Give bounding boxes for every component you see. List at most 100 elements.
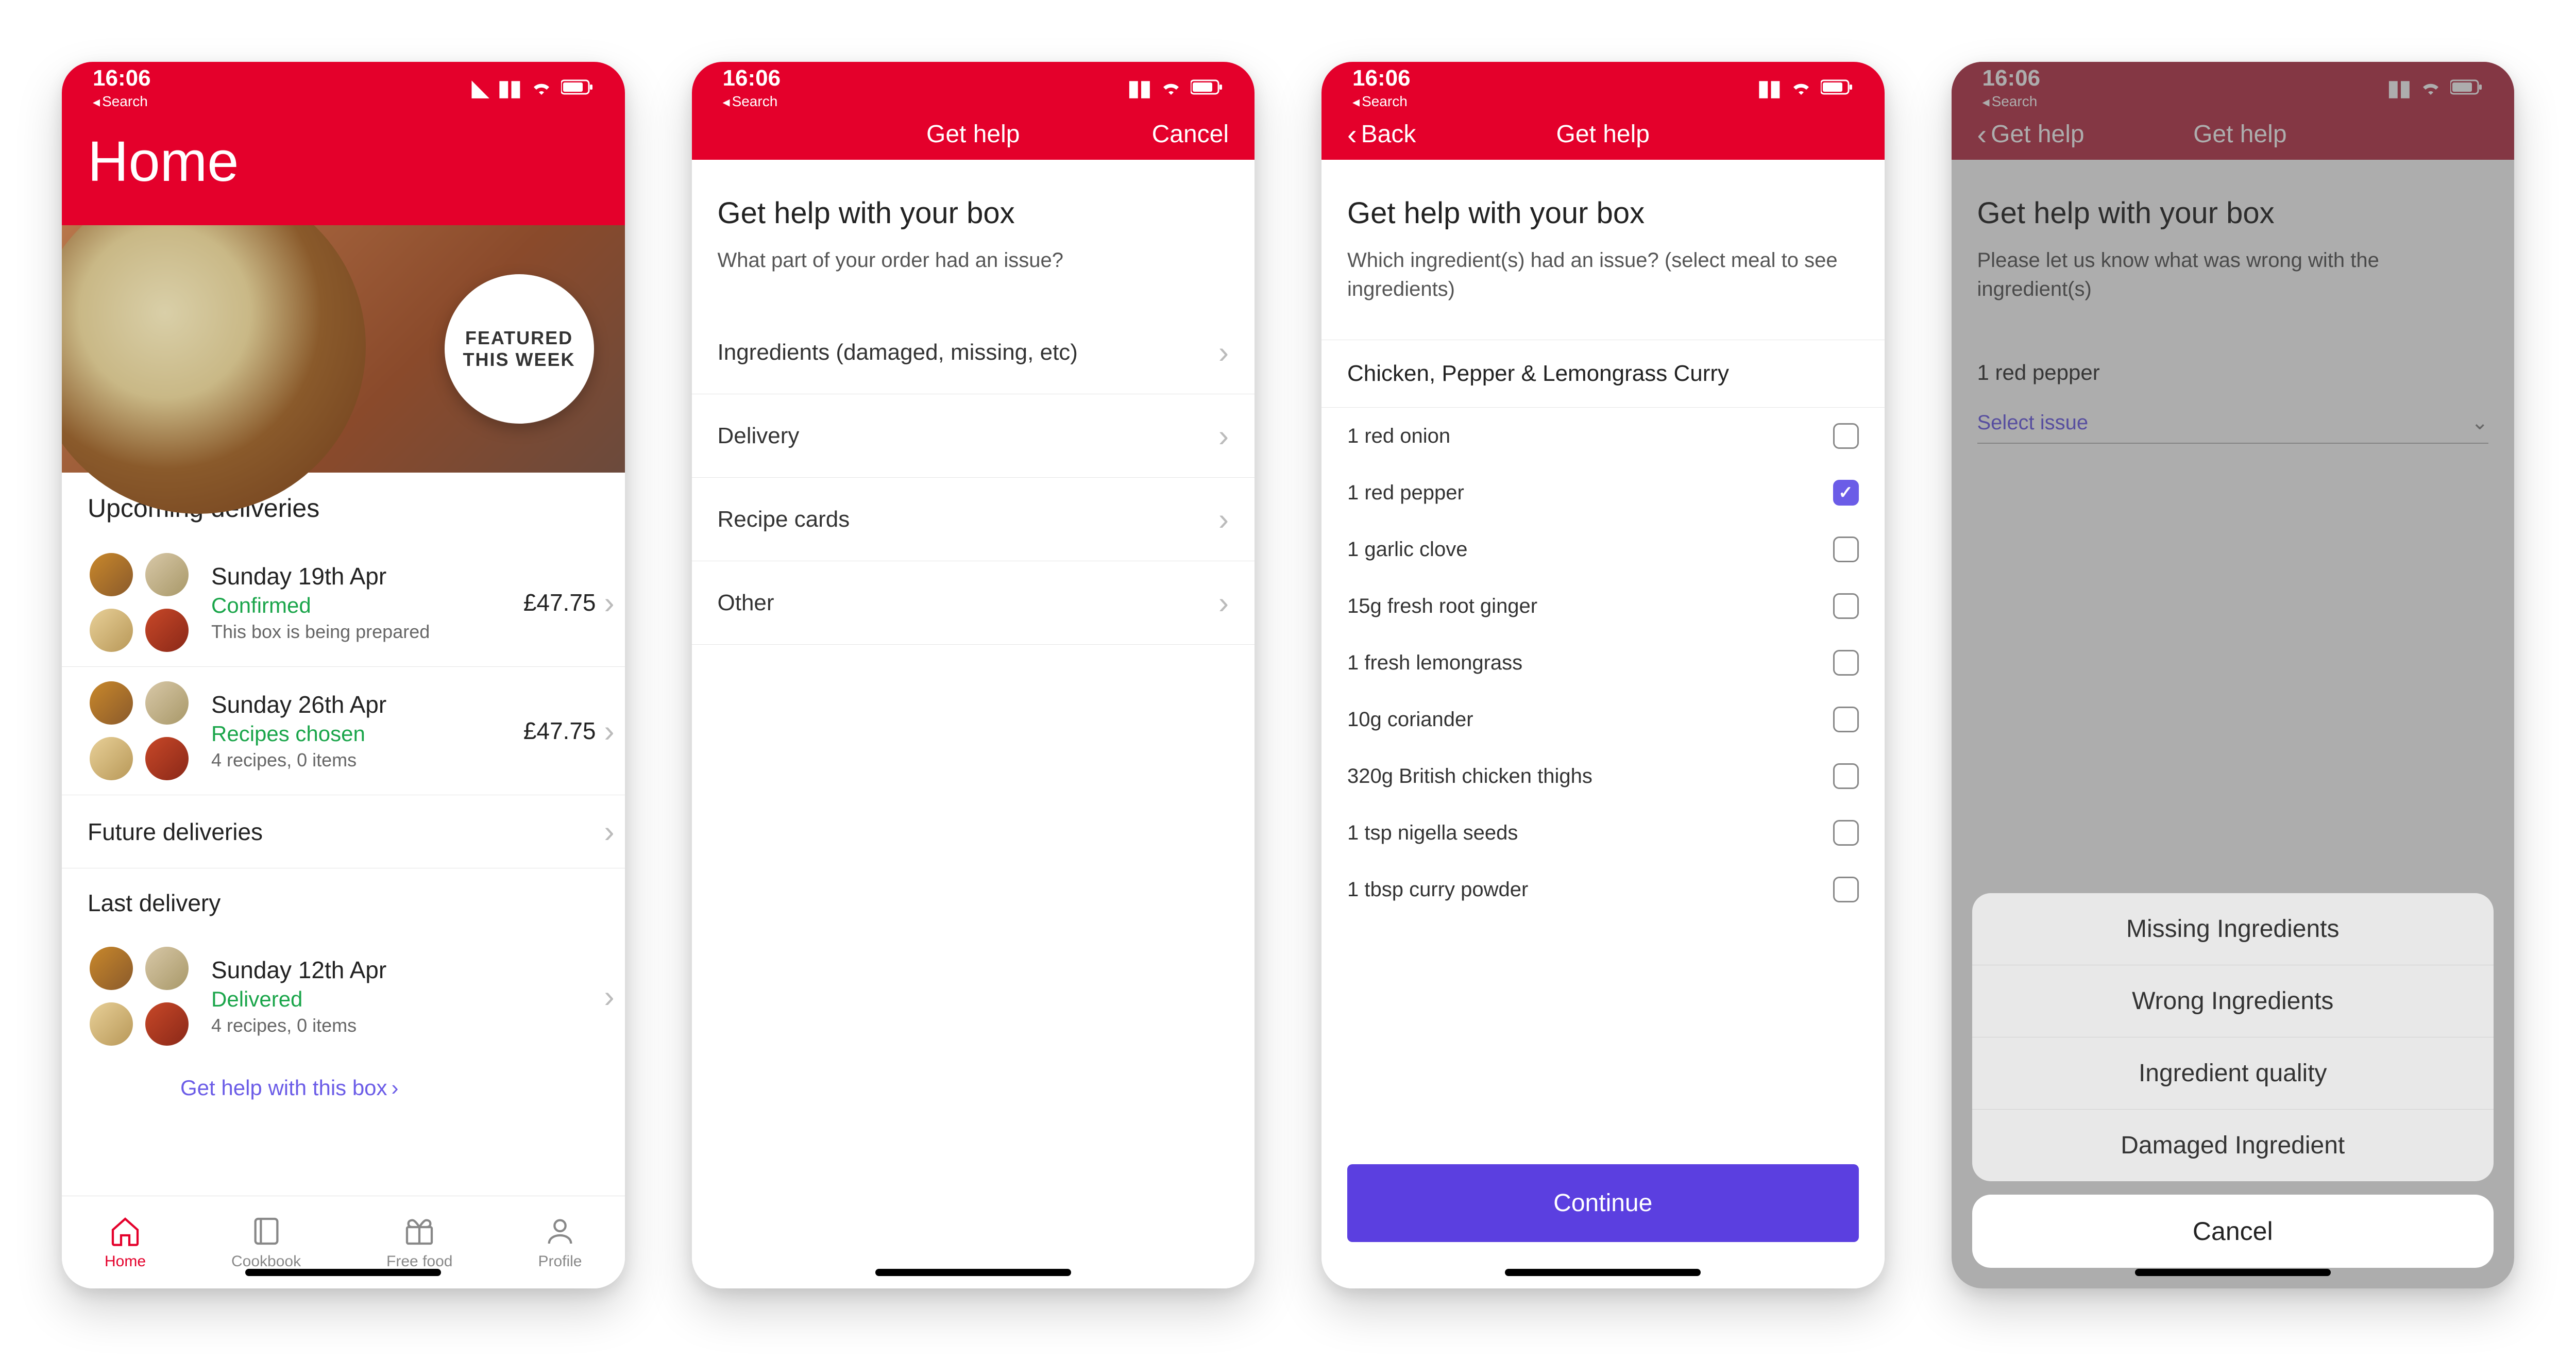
- nav-title: Get help: [810, 120, 1137, 148]
- tab-label: Home: [105, 1253, 146, 1270]
- delivery-sub: 4 recipes, 0 items: [211, 749, 523, 771]
- ingredients-list: 1 red onion1 red pepper1 garlic clove 15g…: [1321, 408, 1885, 918]
- status-back-search[interactable]: ◂ Search: [93, 93, 148, 110]
- sheet-cancel-button[interactable]: Cancel: [1972, 1195, 2494, 1268]
- status-time: 16:06: [723, 65, 781, 91]
- sheet-option-damaged[interactable]: Damaged Ingredient: [1972, 1110, 2494, 1181]
- ingredient-checkbox[interactable]: [1833, 877, 1859, 902]
- page-title: Home: [62, 108, 625, 225]
- wifi-icon: [531, 75, 552, 100]
- option-ingredients[interactable]: Ingredients (damaged, missing, etc)›: [692, 311, 1255, 394]
- battery-icon: [561, 75, 594, 100]
- meal-header[interactable]: Chicken, Pepper & Lemongrass Curry: [1321, 340, 1885, 408]
- content: FEATURED THIS WEEK Upcoming deliveries S…: [62, 225, 625, 1196]
- home-indicator[interactable]: [875, 1269, 1071, 1276]
- action-sheet: Missing Ingredients Wrong Ingredients In…: [1972, 893, 2494, 1268]
- tab-label: Profile: [538, 1253, 582, 1270]
- ingredient-checkbox[interactable]: [1833, 537, 1859, 562]
- action-sheet-options: Missing Ingredients Wrong Ingredients In…: [1972, 893, 2494, 1181]
- screen-help-categories: 16:06 ◂ Search ▮▮ Get help Cancel Get he…: [692, 62, 1255, 1288]
- ingredient-label: 320g British chicken thighs: [1347, 765, 1592, 788]
- ingredient-row[interactable]: 10g coriander: [1321, 691, 1885, 748]
- status-back-search[interactable]: ◂ Search: [1352, 93, 1408, 110]
- tab-free-food[interactable]: Free food: [386, 1215, 452, 1270]
- ingredient-row[interactable]: 1 fresh lemongrass: [1321, 634, 1885, 691]
- ingredient-checkbox[interactable]: [1833, 480, 1859, 506]
- ingredient-row[interactable]: 1 tbsp curry powder: [1321, 861, 1885, 918]
- status-back-search[interactable]: ◂ Search: [723, 93, 778, 110]
- ingredient-checkbox[interactable]: [1833, 707, 1859, 732]
- ingredient-checkbox[interactable]: [1833, 820, 1859, 846]
- delivery-row[interactable]: Sunday 19th Apr Confirmed This box is be…: [62, 539, 625, 667]
- delivery-date: Sunday 26th Apr: [211, 691, 523, 718]
- future-label: Future deliveries: [88, 818, 604, 846]
- ingredient-row[interactable]: 1 red pepper: [1321, 464, 1885, 521]
- status-bar: 16:06 ◂ Search ▮▮: [1321, 62, 1885, 108]
- option-delivery[interactable]: Delivery›: [692, 394, 1255, 478]
- tab-home[interactable]: Home: [105, 1215, 146, 1270]
- screen-help-ingredients: 16:06 ◂ Search ▮▮ ‹Back Get help Get hel…: [1321, 62, 1885, 1288]
- ingredient-checkbox[interactable]: [1833, 593, 1859, 619]
- chevron-right-icon: ›: [392, 1076, 399, 1100]
- ingredient-checkbox[interactable]: [1833, 763, 1859, 789]
- sheet-option-wrong[interactable]: Wrong Ingredients: [1972, 965, 2494, 1037]
- location-icon: ◣: [472, 75, 488, 100]
- status-icons: ▮▮: [1757, 75, 1853, 100]
- sheet-option-missing[interactable]: Missing Ingredients: [1972, 893, 2494, 965]
- option-other[interactable]: Other›: [692, 561, 1255, 645]
- chevron-right-icon: ›: [604, 713, 615, 749]
- page-subtitle: What part of your order had an issue?: [692, 246, 1255, 311]
- delivery-sub: 4 recipes, 0 items: [211, 1015, 604, 1036]
- screen-home: 16:06 ◂ Search ◣ ▮▮ Home FEATURED: [62, 62, 625, 1288]
- home-indicator[interactable]: [1505, 1269, 1701, 1276]
- delivery-sub: This box is being prepared: [211, 621, 523, 643]
- delivery-row[interactable]: Sunday 12th Apr Delivered 4 recipes, 0 i…: [62, 932, 625, 1060]
- delivery-row[interactable]: Sunday 26th Apr Recipes chosen 4 recipes…: [62, 667, 625, 795]
- sheet-option-quality[interactable]: Ingredient quality: [1972, 1037, 2494, 1110]
- delivery-status: Recipes chosen: [211, 722, 523, 746]
- page-title: Get help with your box: [692, 160, 1255, 246]
- option-recipe-cards[interactable]: Recipe cards›: [692, 478, 1255, 561]
- delivery-status: Delivered: [211, 987, 604, 1012]
- content: Get help with your box What part of your…: [692, 160, 1255, 1288]
- cookbook-icon: [250, 1215, 283, 1248]
- battery-icon: [1821, 75, 1854, 100]
- delivery-date: Sunday 19th Apr: [211, 562, 523, 590]
- delivery-price: £47.75: [523, 717, 596, 745]
- ingredient-row[interactable]: 1 garlic clove: [1321, 521, 1885, 578]
- nav-bar: Get help Cancel: [692, 108, 1255, 160]
- wifi-icon: [1161, 75, 1181, 100]
- future-deliveries-row[interactable]: Future deliveries ›: [62, 795, 625, 868]
- continue-button[interactable]: Continue: [1347, 1164, 1859, 1242]
- delivery-price: £47.75: [523, 589, 596, 616]
- screen-help-issue-select: 16:06 ◂ Search ▮▮ ‹Get help Get help Get…: [1952, 62, 2515, 1288]
- ingredient-row[interactable]: 1 red onion: [1321, 408, 1885, 464]
- status-time: 16:06: [1352, 65, 1411, 91]
- status-bar: 16:06 ◂ Search ▮▮: [692, 62, 1255, 108]
- get-help-link[interactable]: Get help with this box›: [62, 1060, 625, 1116]
- page-title: Get help with your box: [1321, 160, 1885, 246]
- hero[interactable]: FEATURED THIS WEEK: [62, 225, 625, 473]
- wifi-icon: [1791, 75, 1811, 100]
- battery-icon: [1191, 75, 1224, 100]
- ingredient-row[interactable]: 320g British chicken thighs: [1321, 748, 1885, 804]
- back-button[interactable]: ‹Back: [1347, 118, 1440, 151]
- status-icons: ◣ ▮▮: [472, 75, 594, 100]
- ingredient-checkbox[interactable]: [1833, 423, 1859, 449]
- signal-icon: ▮▮: [1757, 75, 1781, 100]
- cancel-button[interactable]: Cancel: [1136, 120, 1229, 148]
- ingredient-label: 1 fresh lemongrass: [1347, 651, 1522, 675]
- status-icons: ▮▮: [1128, 75, 1224, 100]
- ingredient-row[interactable]: 1 tsp nigella seeds: [1321, 804, 1885, 861]
- home-indicator[interactable]: [2135, 1269, 2331, 1276]
- recipe-thumbnails: [88, 551, 191, 654]
- chevron-right-icon: ›: [604, 979, 615, 1014]
- ingredient-row[interactable]: 15g fresh root ginger: [1321, 578, 1885, 634]
- ingredient-label: 15g fresh root ginger: [1347, 595, 1537, 618]
- ingredient-checkbox[interactable]: [1833, 650, 1859, 676]
- tab-cookbook[interactable]: Cookbook: [231, 1215, 301, 1270]
- chevron-right-icon: ›: [1218, 501, 1229, 537]
- home-indicator[interactable]: [245, 1269, 441, 1276]
- last-delivery-heading: Last delivery: [62, 868, 625, 932]
- tab-profile[interactable]: Profile: [538, 1215, 582, 1270]
